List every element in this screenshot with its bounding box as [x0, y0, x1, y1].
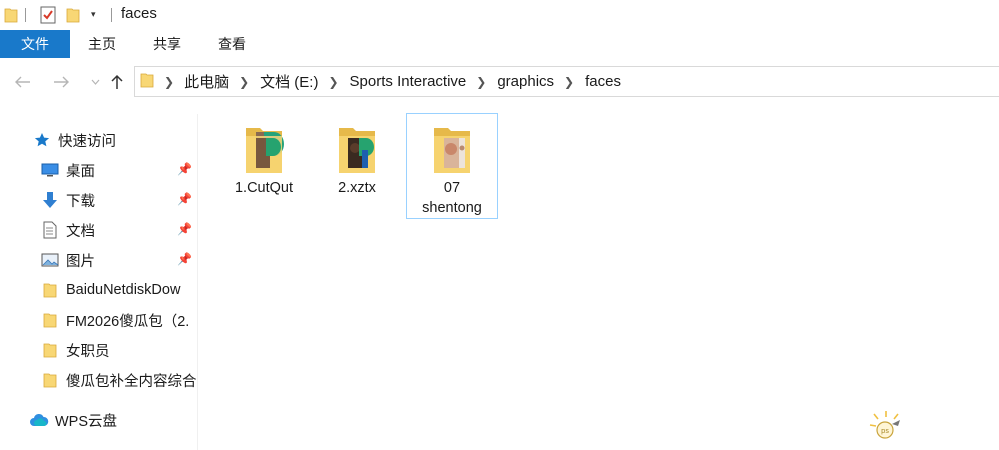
tab-view[interactable]: 查看 — [202, 30, 262, 58]
navigation-pane: 快速访问 桌面 📌 下载 📌 文档 📌 图片 📌 BaiduNetdiskDow — [0, 114, 198, 450]
sidebar-item-wps-cloud[interactable]: WPS云盘 — [29, 405, 225, 435]
toolbar-separator — [111, 8, 112, 22]
forward-button[interactable] — [50, 70, 72, 94]
download-icon — [40, 190, 60, 210]
breadcrumb-separator[interactable]: ❯ — [476, 75, 486, 89]
arrow-left-icon — [15, 76, 30, 88]
title-bar: ▾ faces — [0, 0, 999, 30]
folder-thumbnail-icon — [339, 128, 375, 173]
pictures-icon — [40, 250, 60, 270]
sidebar-item-label: 快速访问 — [58, 133, 116, 150]
toolbar-separator — [25, 8, 26, 22]
folder-item[interactable]: 1.CutQut — [218, 114, 310, 220]
folder-name: 07 shentong — [407, 178, 497, 218]
pin-icon[interactable]: 📌 — [177, 252, 192, 266]
breadcrumb-graphics[interactable]: graphics — [497, 73, 554, 90]
folder-icon — [140, 72, 154, 91]
up-button[interactable] — [106, 70, 128, 94]
breadcrumb-separator[interactable]: ❯ — [328, 75, 338, 89]
customize-dropdown-icon[interactable]: ▾ — [91, 9, 96, 20]
sidebar-item-label: 下载 — [66, 193, 95, 210]
sidebar-item-label: 傻瓜包补全内容综合 — [66, 373, 197, 390]
breadcrumb-drive[interactable]: 文档 (E:) — [260, 71, 318, 92]
tab-file[interactable]: 文件 — [0, 30, 70, 58]
document-icon — [40, 220, 60, 240]
svg-text:ps: ps — [881, 427, 889, 435]
folder-item-selected[interactable]: 07 shentong — [406, 113, 498, 219]
folder-icon[interactable] — [4, 7, 18, 26]
folder-name-line2: shentong — [422, 200, 482, 216]
recent-locations-dropdown[interactable] — [84, 70, 106, 94]
folder-item[interactable]: 2.xztx — [311, 114, 403, 220]
breadcrumb-sports-interactive[interactable]: Sports Interactive — [350, 73, 467, 90]
sidebar-item-label: 桌面 — [66, 163, 95, 180]
sidebar-item-label: 图片 — [66, 253, 95, 270]
file-list: 1.CutQut 2.xztx 07 shentong — [199, 100, 999, 450]
arrow-up-icon — [111, 74, 123, 89]
folder-name-line1: 07 — [443, 180, 461, 196]
breadcrumb-faces[interactable]: faces — [585, 73, 621, 90]
sidebar-item-label: WPS云盘 — [55, 413, 118, 430]
sidebar-item-label: 女职员 — [66, 343, 110, 360]
folder-icon — [40, 340, 60, 360]
breadcrumb-this-pc[interactable]: 此电脑 — [184, 71, 229, 92]
folder-icon — [40, 370, 60, 390]
pin-icon[interactable]: 📌 — [177, 222, 192, 236]
star-icon — [32, 130, 52, 150]
ribbon-tabs: 文件 主页 共享 查看 — [0, 30, 999, 58]
sidebar-item-label: FM2026傻瓜包（2. — [66, 313, 190, 330]
desktop-icon — [40, 160, 60, 180]
wps-floating-badge-icon[interactable]: ps — [866, 408, 906, 442]
folder-thumbnail-icon — [434, 128, 470, 173]
cloud-icon — [29, 410, 49, 430]
sidebar-item-label: 文档 — [66, 223, 95, 240]
breadcrumb-separator[interactable]: ❯ — [239, 75, 249, 89]
navigation-bar: ❯ 此电脑 ❯ 文档 (E:) ❯ Sports Interactive ❯ g… — [0, 66, 999, 98]
folder-name: 1.CutQut — [234, 180, 294, 196]
chevron-down-icon — [91, 79, 99, 85]
arrow-right-icon — [54, 76, 69, 88]
properties-check-icon[interactable] — [40, 6, 56, 27]
tab-home[interactable]: 主页 — [72, 30, 132, 58]
address-bar[interactable]: ❯ 此电脑 ❯ 文档 (E:) ❯ Sports Interactive ❯ g… — [134, 66, 999, 97]
folder-icon — [40, 310, 60, 330]
pin-icon[interactable]: 📌 — [177, 162, 192, 176]
window-title: faces — [121, 5, 157, 22]
folder-thumbnail-icon — [246, 128, 284, 173]
pin-icon[interactable]: 📌 — [177, 192, 192, 206]
breadcrumb-separator[interactable]: ❯ — [164, 75, 174, 89]
new-folder-icon[interactable] — [66, 7, 80, 26]
tab-share[interactable]: 共享 — [137, 30, 197, 58]
folder-name: 2.xztx — [338, 180, 376, 196]
sidebar-item-label: BaiduNetdiskDow — [66, 282, 181, 298]
breadcrumb-separator[interactable]: ❯ — [564, 75, 574, 89]
folder-icon — [40, 280, 60, 300]
back-button[interactable] — [12, 70, 34, 94]
